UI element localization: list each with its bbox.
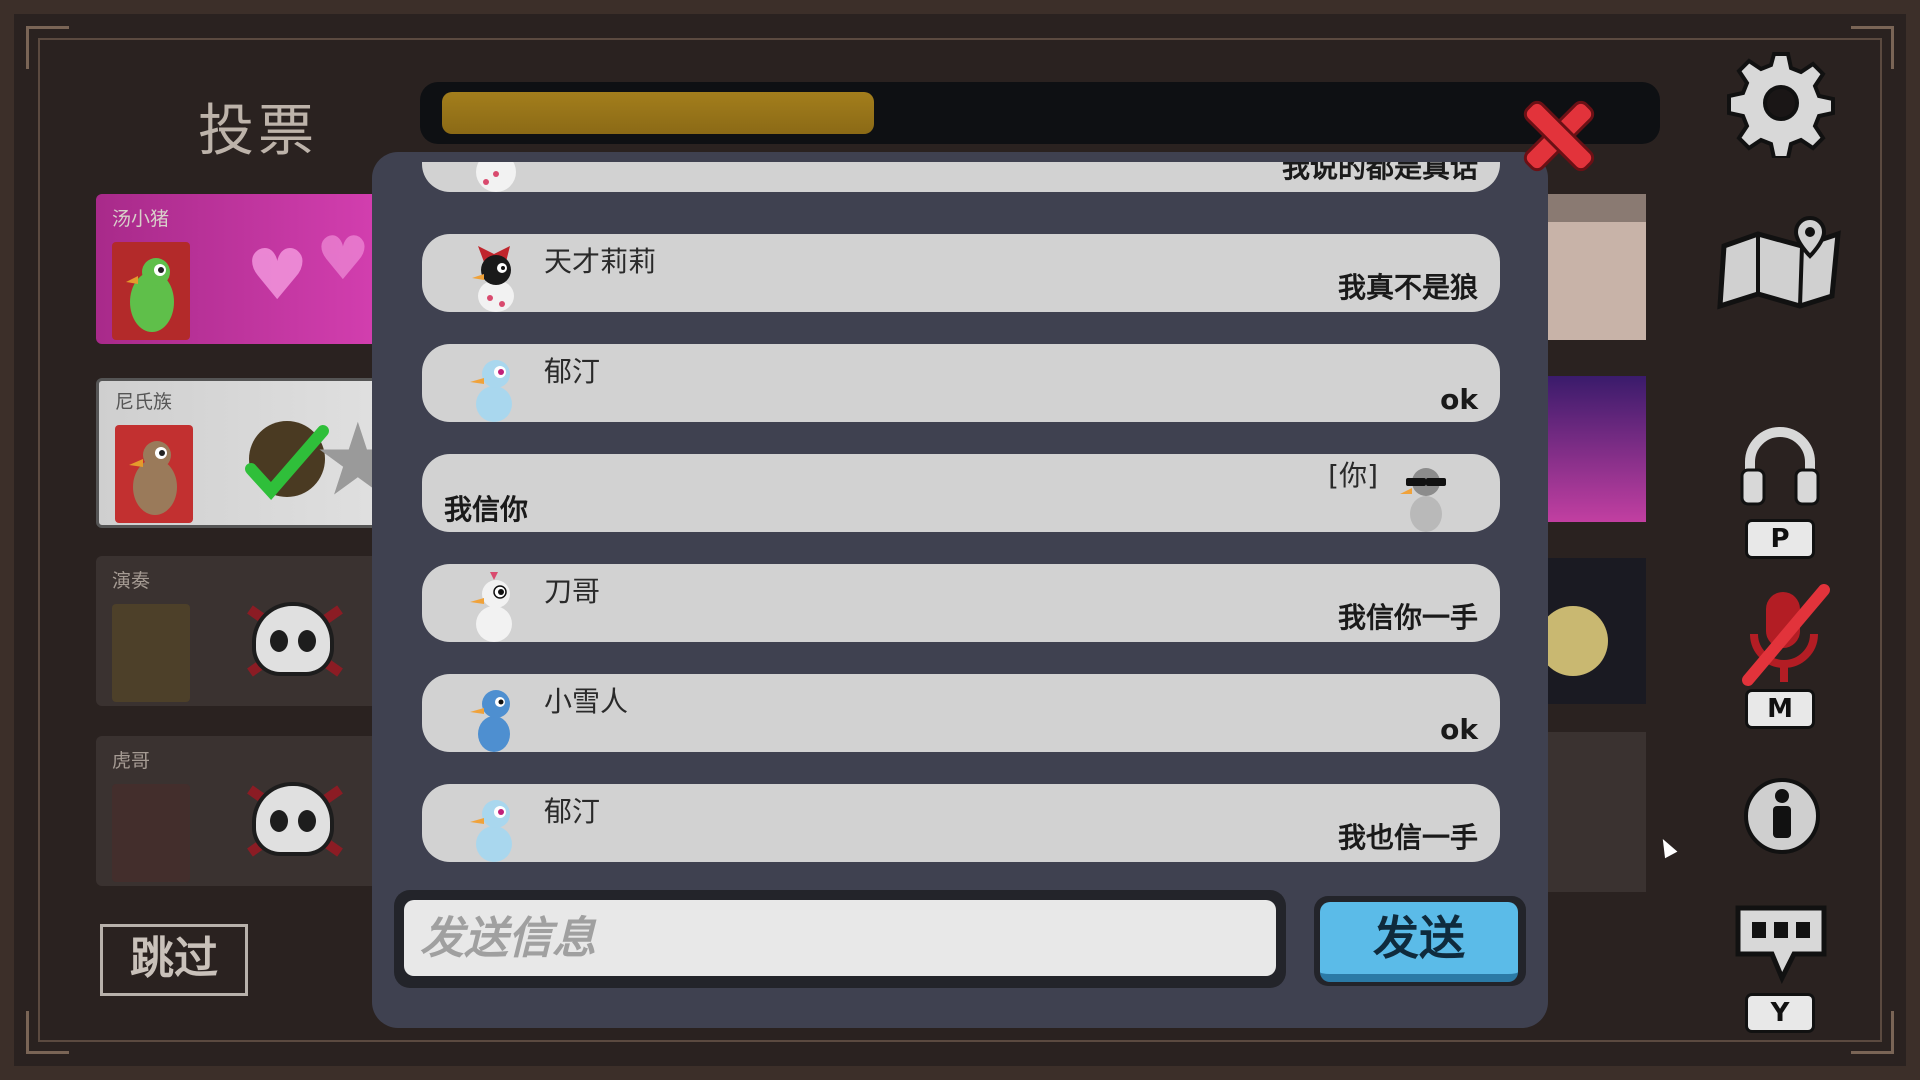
chat-message-text: ok xyxy=(1440,383,1478,416)
duck-avatar-icon xyxy=(466,350,524,422)
chat-message: 郁汀 我也信一手 xyxy=(422,784,1500,862)
skull-icon xyxy=(256,606,330,672)
player-card: 虎哥 xyxy=(96,736,386,886)
chat-message-text: 我信你一手 xyxy=(1337,601,1478,634)
player-card[interactable]: 汤小猪 ♥ ♥ xyxy=(96,194,386,344)
duck-avatar-icon xyxy=(466,162,524,192)
chat-message-list[interactable]: 我说的都是真话 天才莉莉 我真不是狼 郁汀 ok [你] 我信你 刀哥 我信你一… xyxy=(372,162,1548,874)
avatar xyxy=(115,425,193,523)
player-name: 汤小猪 xyxy=(112,208,170,230)
mute-key: M xyxy=(1748,692,1812,726)
player-card-right[interactable] xyxy=(1548,376,1646,522)
player-name: 虎哥 xyxy=(112,750,151,772)
player-card[interactable]: 尼氏族 ★ xyxy=(96,378,386,528)
chat-key: Y xyxy=(1748,996,1812,1030)
chat-message-text: 我信你 xyxy=(444,493,529,526)
skull-icon xyxy=(256,786,330,852)
info-icon[interactable] xyxy=(1742,776,1822,856)
push-to-talk-key: P xyxy=(1748,522,1812,556)
avatar xyxy=(112,242,190,340)
chat-message: 郁汀 ok xyxy=(422,344,1500,422)
duck-avatar-icon xyxy=(466,570,524,642)
chat-sender-name: 刀哥 xyxy=(544,575,601,608)
mic-muted-icon[interactable] xyxy=(1736,584,1836,690)
map-icon[interactable] xyxy=(1714,206,1848,316)
send-button[interactable]: 发送 xyxy=(1320,902,1518,982)
player-card-right xyxy=(1548,732,1646,892)
duck-avatar-icon xyxy=(466,680,524,752)
chat-bubble-icon[interactable] xyxy=(1732,900,1830,985)
chat-panel: 我说的都是真话 天才莉莉 我真不是狼 郁汀 ok [你] 我信你 刀哥 我信你一… xyxy=(372,152,1548,1028)
vote-timer-fill xyxy=(442,92,874,134)
chat-message: 刀哥 我信你一手 xyxy=(422,564,1500,642)
player-card-right[interactable] xyxy=(1548,194,1646,340)
chat-message: 天才莉莉 我真不是狼 xyxy=(422,234,1500,312)
avatar xyxy=(112,784,190,882)
duck-avatar-icon xyxy=(1396,460,1454,532)
player-card-right[interactable] xyxy=(1548,558,1646,704)
corner-ornament xyxy=(1851,1011,1894,1054)
gear-icon[interactable] xyxy=(1726,48,1836,160)
chat-message-text: ok xyxy=(1440,713,1478,746)
chat-sender-name: 小雪人 xyxy=(544,685,629,718)
headset-icon[interactable] xyxy=(1738,424,1822,508)
corner-ornament xyxy=(26,26,69,69)
player-name: 演奏 xyxy=(112,570,151,592)
skip-vote-button[interactable]: 跳过 xyxy=(100,924,248,996)
chat-sender-name: 郁汀 xyxy=(544,795,601,828)
player-name: 尼氏族 xyxy=(115,391,173,413)
chat-message: 我说的都是真话 xyxy=(422,162,1500,192)
chat-sender-name: 天才莉莉 xyxy=(544,245,657,278)
chat-sender-name: 郁汀 xyxy=(544,355,601,388)
chat-input[interactable] xyxy=(404,900,1276,976)
chat-message-text: 我说的都是真话 xyxy=(1281,162,1478,184)
moon-icon xyxy=(1548,606,1608,676)
corner-ornament xyxy=(26,1011,69,1054)
own-message-marker: [你] xyxy=(1328,459,1378,492)
duck-avatar-icon xyxy=(466,240,524,312)
chat-message-own: [你] 我信你 xyxy=(422,454,1500,532)
duck-avatar-icon xyxy=(466,790,524,862)
heart-icon: ♥ xyxy=(246,234,309,316)
player-card: 演奏 xyxy=(96,556,386,706)
chat-message-text: 我真不是狼 xyxy=(1337,271,1478,304)
page-title: 投票 xyxy=(198,99,318,164)
chat-input-container xyxy=(394,890,1286,988)
heart-icon: ♥ xyxy=(316,224,370,294)
send-button-container: 发送 xyxy=(1314,896,1526,986)
chat-message: 小雪人 ok xyxy=(422,674,1500,752)
close-icon[interactable] xyxy=(1522,100,1594,172)
avatar xyxy=(112,604,190,702)
corner-ornament xyxy=(1851,26,1894,69)
vote-timer-bar xyxy=(420,82,1660,144)
chat-message-text: 我也信一手 xyxy=(1337,821,1478,854)
